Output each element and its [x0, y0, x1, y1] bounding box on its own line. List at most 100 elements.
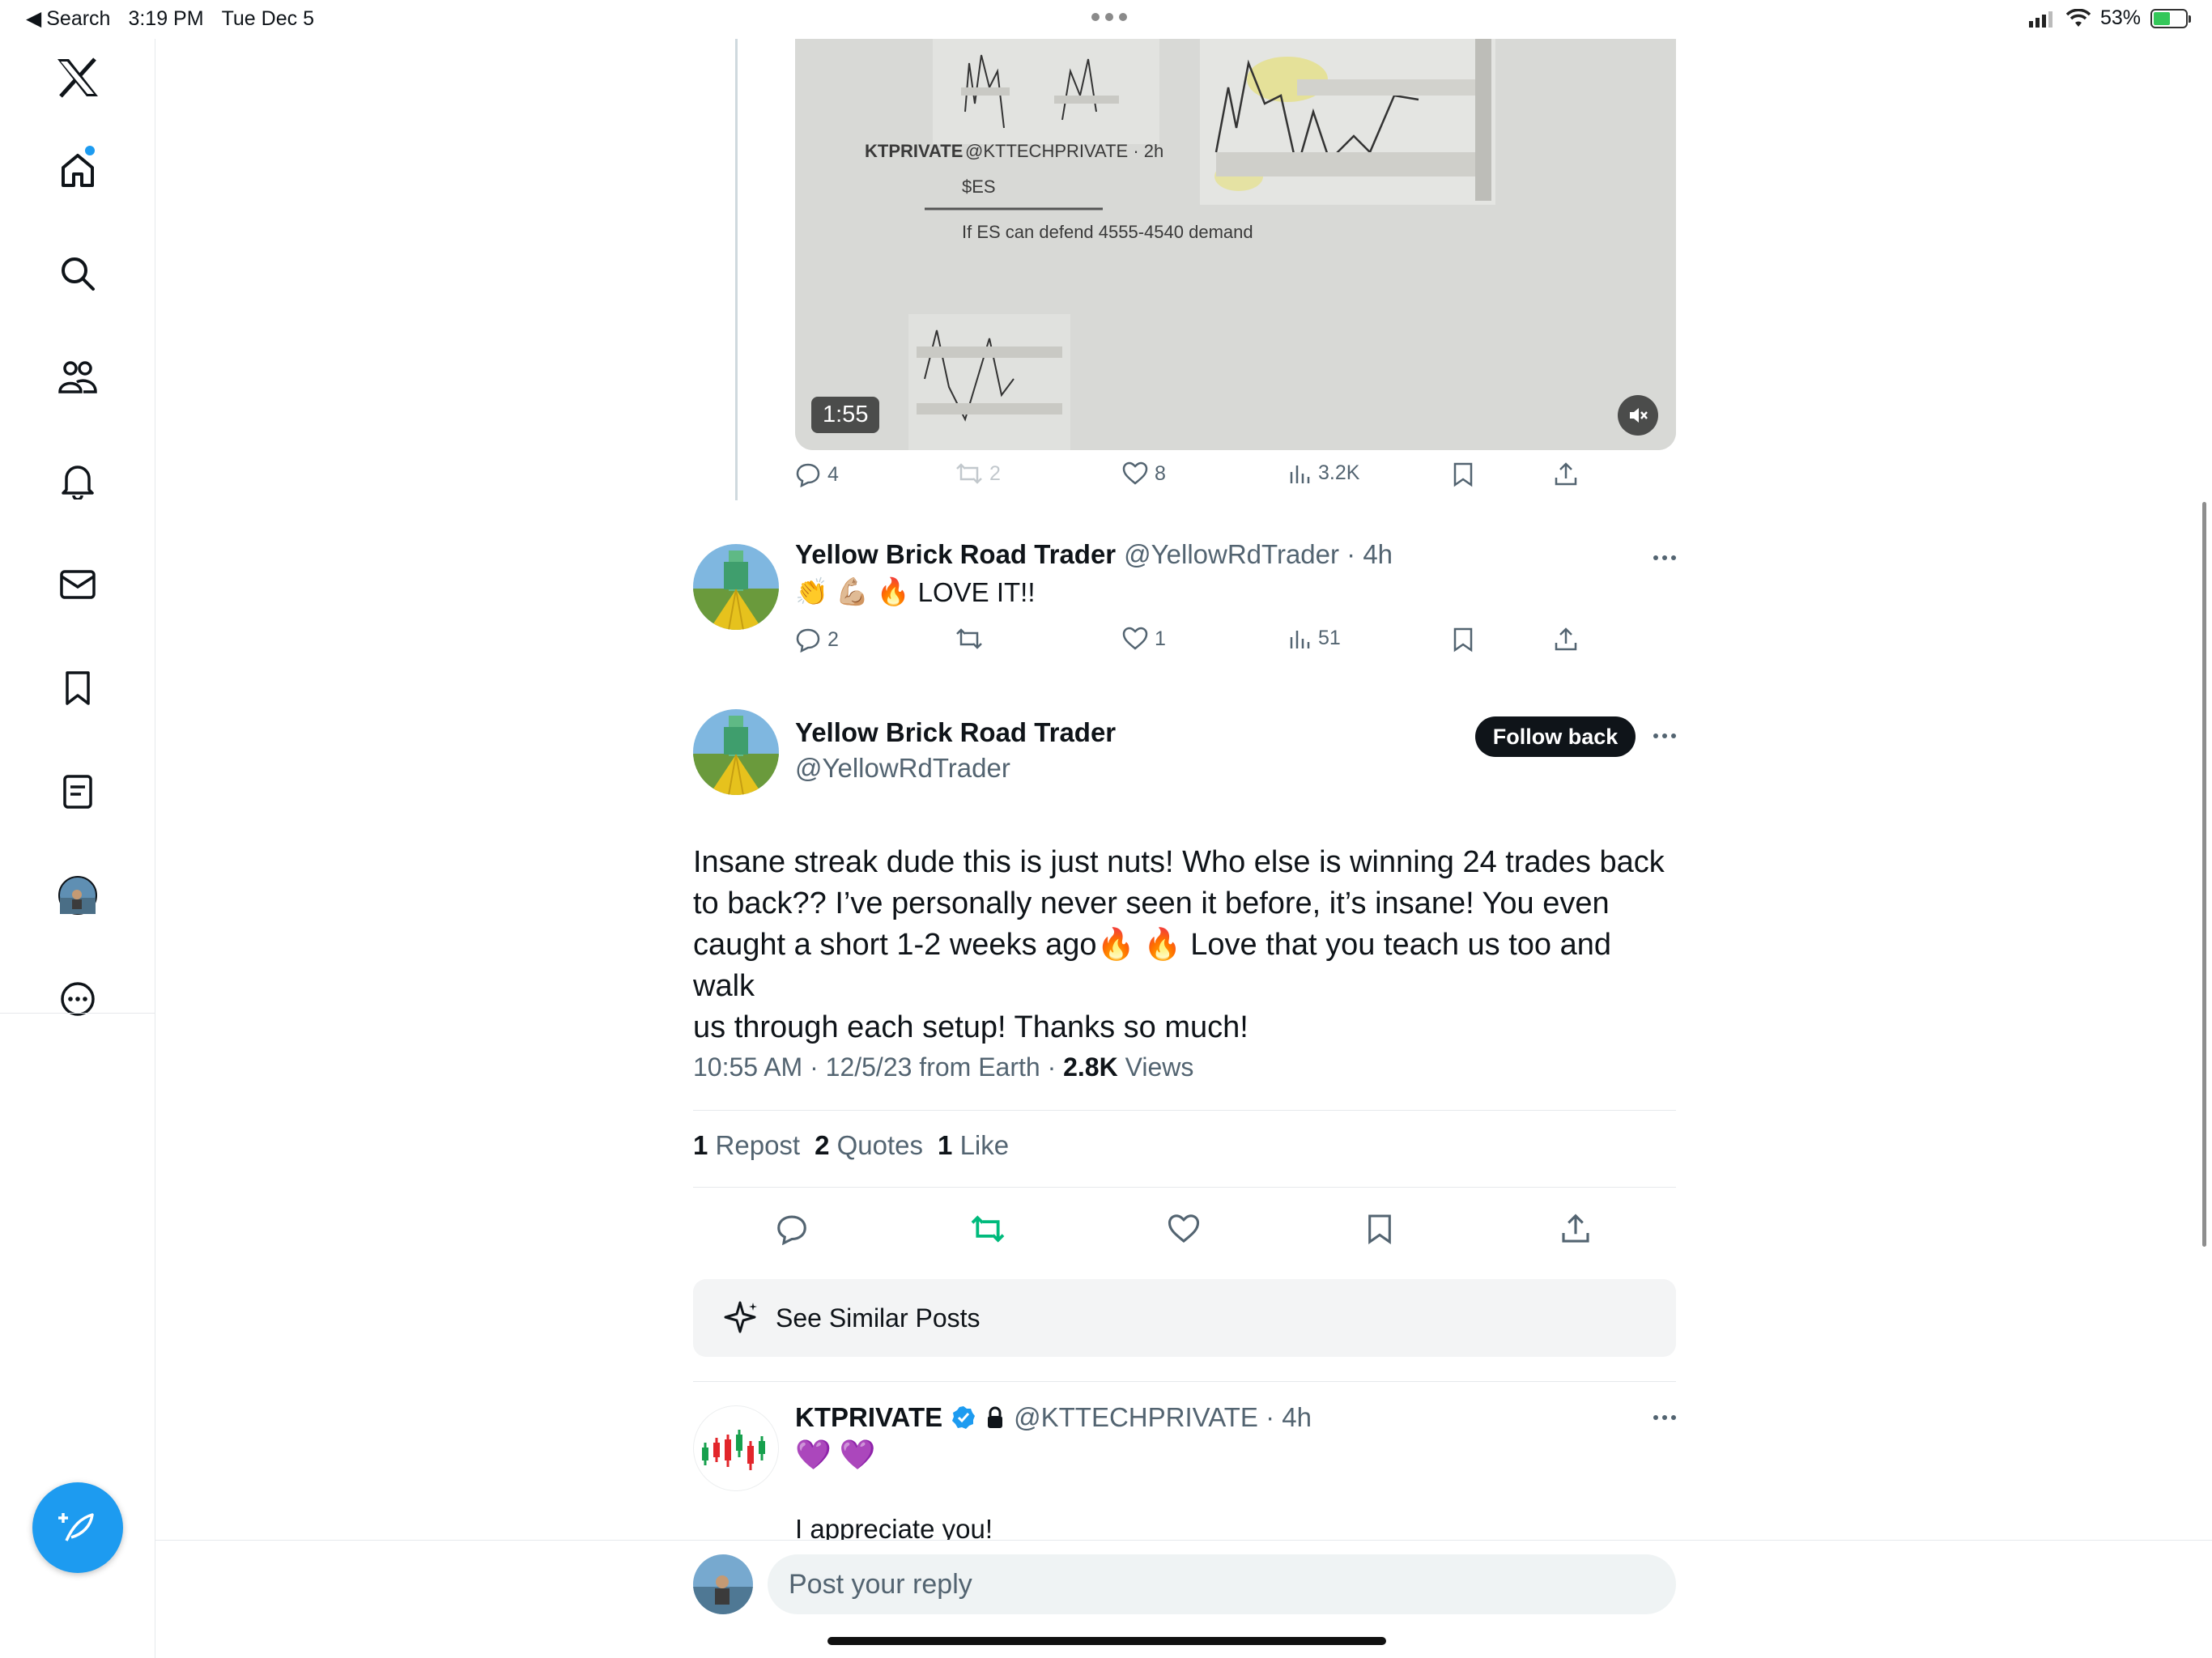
messages-envelope-icon[interactable]: [53, 560, 102, 609]
reply-input-field[interactable]: Post your reply: [768, 1554, 1676, 1614]
reply-emojis: 👏 💪🏼 🔥: [795, 576, 910, 606]
feather-plus-icon: [58, 1513, 94, 1541]
quotes-stat-label: Quotes: [836, 1130, 924, 1160]
bookmarks-icon[interactable]: [53, 664, 102, 712]
video-thumbnail-chart-image: [795, 39, 1676, 450]
home-indicator[interactable]: [827, 1637, 1386, 1645]
reply-action[interactable]: 2: [795, 627, 839, 653]
post-views-count: 2.8K: [1063, 1052, 1118, 1082]
repost-count: 2: [989, 461, 1001, 485]
kt-author-handle[interactable]: @KTTECHPRIVATE · 4h: [1014, 1402, 1312, 1433]
reposts-stat[interactable]: 1 Repost: [693, 1130, 800, 1161]
mute-toggle-button[interactable]: [1618, 395, 1658, 436]
reply-post-actions: 2 1 51: [795, 627, 1676, 667]
back-arrow-icon: ◀: [26, 7, 42, 30]
share-action[interactable]: [1553, 627, 1579, 653]
x-logo-icon[interactable]: [53, 53, 102, 102]
likes-stat-label: Like: [959, 1130, 1010, 1160]
like-action[interactable]: 1: [1122, 627, 1166, 651]
home-icon[interactable]: [53, 146, 102, 194]
scrollbar[interactable]: [2202, 502, 2206, 1247]
multitask-dots-icon[interactable]: [1091, 13, 1127, 21]
views-count: 51: [1318, 627, 1341, 649]
likes-stat-count: 1: [938, 1130, 953, 1160]
like-count: 1: [1155, 627, 1166, 650]
kt-author-avatar[interactable]: [693, 1405, 779, 1491]
quotes-stat-count: 2: [815, 1130, 830, 1160]
reply-more-options-icon[interactable]: [1653, 555, 1676, 560]
main-share-button[interactable]: [1553, 1206, 1598, 1252]
reply-author-avatar[interactable]: [693, 544, 779, 630]
reply-post-text: 👏 💪🏼 🔥 LOVE IT!!: [795, 576, 1035, 608]
candlestick-logo-icon: [702, 1430, 765, 1470]
main-post-line: us through each setup! Thanks so much!: [693, 1010, 1249, 1044]
verified-badge-icon: [951, 1405, 976, 1431]
battery-icon: [2150, 8, 2191, 28]
signal-icon: [2028, 11, 2052, 28]
main-post-line: caught a short 1-2 weeks ago🔥 🔥 Love tha…: [693, 928, 1611, 1003]
main-more-options-icon[interactable]: [1653, 733, 1676, 738]
kt-emojis: 💜 💜: [795, 1438, 876, 1471]
post-timestamp[interactable]: 10:55 AM · 12/5/23 from Earth ·: [693, 1052, 1063, 1082]
video-inner-account: KTPRIVATE: [865, 141, 963, 161]
current-user-avatar[interactable]: [693, 1554, 753, 1614]
reply-author-name[interactable]: Yellow Brick Road Trader: [795, 539, 1116, 570]
like-action[interactable]: 8: [1122, 461, 1166, 486]
main-author-handle[interactable]: @YellowRdTrader: [795, 753, 1010, 784]
wifi-icon: [2065, 8, 2091, 27]
main-bookmark-button[interactable]: [1357, 1206, 1402, 1252]
more-options-circle-icon[interactable]: [53, 975, 102, 1023]
repost-arrows-icon: [971, 1215, 1005, 1243]
thread-connector-line: [735, 39, 738, 500]
status-bar: ◀ Search 3:19 PM Tue Dec 5 53%: [0, 0, 2212, 39]
engagement-stats: 1 Repost 2 Quotes 1 Like: [693, 1130, 1009, 1161]
likes-stat[interactable]: 1 Like: [938, 1130, 1009, 1161]
lists-icon[interactable]: [53, 767, 102, 816]
video-duration: 1:55: [811, 397, 880, 433]
repost-action[interactable]: [955, 627, 983, 651]
share-upload-icon: [1555, 462, 1577, 486]
main-reply-button[interactable]: [769, 1206, 815, 1252]
views-action[interactable]: 3.2K: [1289, 461, 1359, 485]
lock-icon: [985, 1405, 1006, 1430]
back-to-search[interactable]: ◀ Search: [26, 6, 110, 31]
share-action[interactable]: [1553, 461, 1579, 487]
battery-percent: 53%: [2099, 6, 2141, 29]
main-author-name[interactable]: Yellow Brick Road Trader: [795, 717, 1116, 748]
video-player[interactable]: KTPRIVATE @KTTECHPRIVATE · 2h $ES If ES …: [795, 39, 1676, 450]
communities-icon[interactable]: [53, 353, 102, 402]
bookmark-action[interactable]: [1453, 461, 1474, 487]
profile-avatar-icon[interactable]: [53, 871, 102, 920]
repost-action[interactable]: 2: [955, 461, 1001, 486]
kt-author-name[interactable]: KTPRIVATE: [795, 1402, 942, 1433]
notifications-bell-icon[interactable]: [53, 457, 102, 505]
see-similar-posts-label: See Similar Posts: [776, 1303, 981, 1333]
reply-author-handle[interactable]: @YellowRdTrader · 4h: [1124, 539, 1393, 570]
repost-arrows-icon: [956, 628, 982, 649]
reposts-stat-count: 1: [693, 1130, 708, 1160]
main-like-button[interactable]: [1161, 1206, 1206, 1252]
quotes-stat[interactable]: 2 Quotes: [815, 1130, 923, 1161]
views-action[interactable]: 51: [1289, 627, 1341, 650]
sidebar-divider: [0, 1013, 155, 1014]
follow-back-button[interactable]: Follow back: [1475, 716, 1636, 757]
see-similar-posts-button[interactable]: See Similar Posts: [693, 1279, 1676, 1357]
reply-bar-divider: [155, 1540, 2212, 1541]
sparkle-icon: [724, 1301, 757, 1333]
speaker-muted-icon: [1630, 408, 1648, 423]
reply-bubble-icon: [796, 628, 820, 653]
views-bar-icon: [1290, 465, 1310, 483]
reply-action[interactable]: 4: [795, 461, 839, 487]
video-inner-handle: @KTTECHPRIVATE · 2h: [965, 141, 1164, 161]
reply-count: 4: [827, 462, 839, 486]
main-post-text: Insane streak dude this is just nuts! Wh…: [693, 842, 1681, 1048]
like-count: 8: [1155, 461, 1166, 485]
main-repost-button[interactable]: [965, 1206, 1010, 1252]
kt-more-options-icon[interactable]: [1653, 1415, 1676, 1420]
search-icon[interactable]: [53, 249, 102, 298]
compose-post-button[interactable]: [32, 1482, 123, 1573]
back-label: Search: [46, 6, 111, 30]
bookmark-action[interactable]: [1453, 627, 1474, 653]
share-upload-icon: [1562, 1214, 1589, 1243]
main-author-avatar[interactable]: [693, 709, 779, 795]
